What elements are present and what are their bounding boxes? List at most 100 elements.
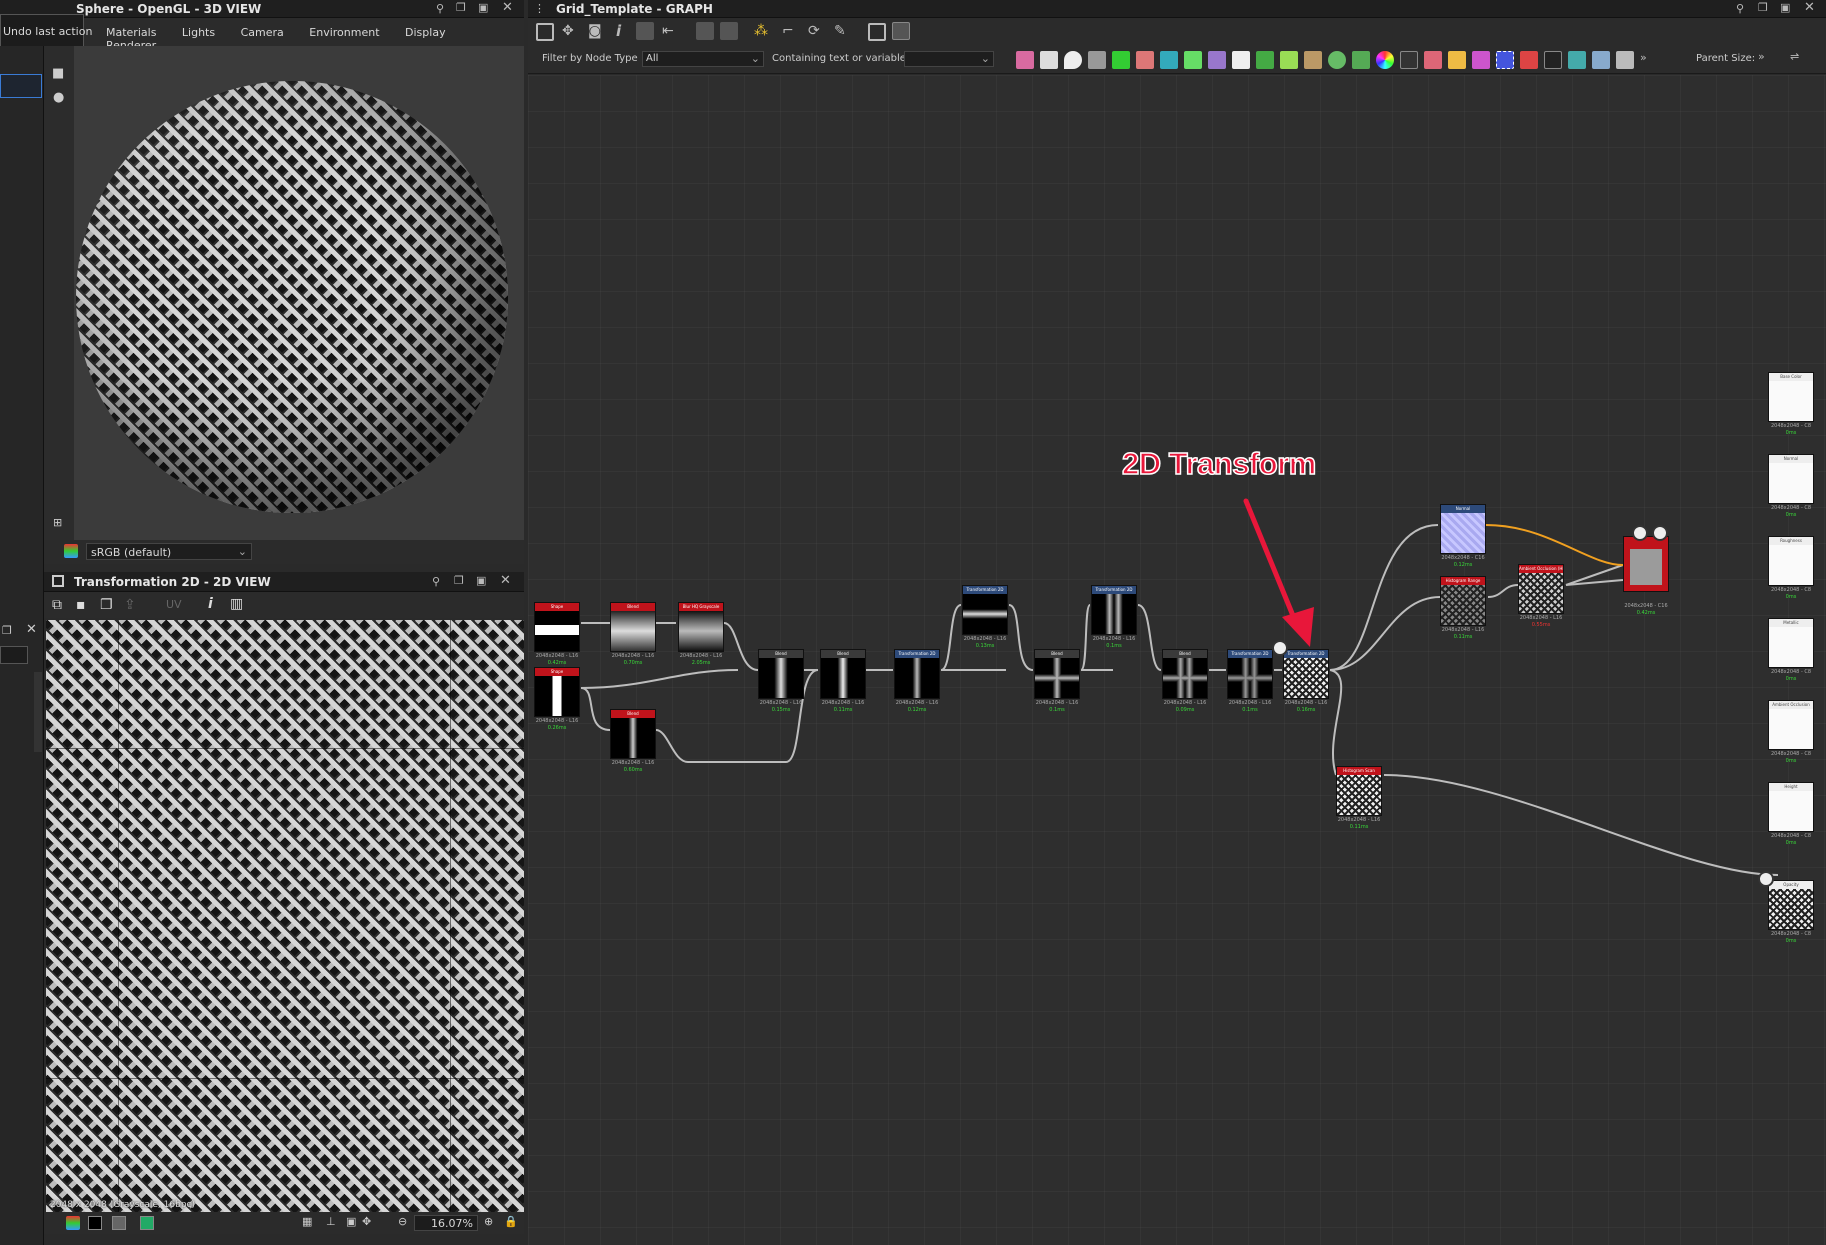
maximize-icon[interactable]: ▣ bbox=[478, 1, 488, 14]
close-icon[interactable]: ✕ bbox=[26, 622, 37, 637]
pin-icon[interactable]: ⚲ bbox=[1736, 2, 1744, 15]
mountain-node-icon[interactable] bbox=[1352, 51, 1370, 69]
fill-node-icon[interactable] bbox=[1064, 51, 1082, 69]
node-blend-5[interactable]: Blend 2048x2048 - L16 0.1ms bbox=[1034, 649, 1080, 713]
snap-grid-icon[interactable] bbox=[892, 22, 910, 40]
uv-toggle[interactable]: UV bbox=[166, 598, 182, 611]
node-blend-4[interactable]: Blend 2048x2048 - L16 0.11ms bbox=[820, 649, 866, 713]
menu-environment[interactable]: Environment bbox=[309, 26, 379, 39]
node-ambient-occlusion[interactable]: Ambient Occlusion (HBAO) 2048x2048 - L16… bbox=[1518, 564, 1564, 628]
output-opacity[interactable]: Opacity 2048x2048 - C8 0ms bbox=[1768, 880, 1814, 944]
restore-icon[interactable]: ❐ bbox=[1758, 1, 1768, 14]
node-histogram-range[interactable]: Histogram Range 2048x2048 - L16 0.11ms bbox=[1440, 576, 1486, 640]
output-base-color[interactable]: Base Color 2048x2048 - C8 0ms bbox=[1768, 372, 1814, 436]
node-shape-2[interactable]: Shape 2048x2048 - L16 0.26ms bbox=[534, 667, 580, 731]
grid-icon[interactable]: ▦ bbox=[302, 1215, 312, 1228]
blend-node-icon[interactable] bbox=[1304, 51, 1322, 69]
filter-select[interactable]: All ⌄ bbox=[642, 51, 764, 67]
node-transform-2d[interactable]: Transformation 2D 2048x2048 - L16 0.12ms bbox=[894, 649, 940, 713]
selected-panel-item[interactable] bbox=[0, 74, 42, 98]
output-ambient-occlusion[interactable]: Ambient Occlusion 2048x2048 - C8 0ms bbox=[1768, 700, 1814, 764]
node-transform-2d-4[interactable]: Transformation 2D 2048x2048 - L16 0.1ms bbox=[1227, 649, 1273, 713]
align-icon[interactable]: ⇤ bbox=[662, 23, 674, 39]
search-icon[interactable] bbox=[636, 22, 654, 40]
pixel-processor-icon[interactable] bbox=[1568, 51, 1586, 69]
output-metallic[interactable]: Metallic 2048x2048 - C8 0ms bbox=[1768, 618, 1814, 682]
restore-icon[interactable]: ❐ bbox=[454, 574, 464, 587]
scrollbar[interactable] bbox=[34, 672, 42, 752]
close-icon[interactable]: ✕ bbox=[1804, 0, 1815, 15]
channel-black-icon[interactable] bbox=[88, 1216, 102, 1230]
comment-icon[interactable]: ⌐ bbox=[782, 23, 794, 39]
histogram-icon[interactable]: ▥ bbox=[230, 596, 243, 612]
channel-color-icon[interactable] bbox=[140, 1216, 154, 1230]
levels-node-icon[interactable] bbox=[1136, 51, 1154, 69]
close-icon[interactable]: ✕ bbox=[502, 0, 513, 15]
tile-icon[interactable]: ⊥ bbox=[326, 1215, 336, 1228]
copy-icon[interactable]: ❐ bbox=[100, 597, 113, 613]
graph-canvas[interactable]: Shape 2048x2048 - L16 0.42ms Blend 2048x… bbox=[528, 75, 1826, 1245]
transform-node-icon[interactable] bbox=[1160, 51, 1178, 69]
document-badge-icon[interactable] bbox=[1632, 525, 1648, 541]
wrench-icon[interactable]: ✎ bbox=[834, 23, 846, 39]
menu-display[interactable]: Display bbox=[405, 26, 446, 39]
warning-node-icon[interactable] bbox=[1448, 51, 1466, 69]
texture-preview-2d[interactable]: 2048 x 2048 (Grayscale, 16bpc) bbox=[46, 620, 524, 1212]
pan-icon[interactable]: ✥ bbox=[562, 23, 574, 39]
menu-camera[interactable]: Camera bbox=[241, 26, 284, 39]
curve-node-icon[interactable] bbox=[1112, 51, 1130, 69]
sphere-badge-icon[interactable] bbox=[1758, 871, 1774, 887]
restore-icon[interactable]: ❐ bbox=[456, 1, 466, 14]
node-transform-2d-highlighted[interactable]: Transformation 2D 2048x2048 - L16 0.16ms bbox=[1283, 649, 1329, 713]
switch-node-icon[interactable] bbox=[1088, 51, 1106, 69]
lock-icon[interactable]: 🔒 bbox=[504, 1215, 518, 1228]
fx-node-icon[interactable] bbox=[1280, 51, 1298, 69]
node-blur-hq[interactable]: Blur HQ Grayscale 2048x2048 - L16 2.05ms bbox=[678, 602, 724, 666]
save-icon[interactable]: ▪ bbox=[76, 597, 86, 613]
node-material-output[interactable]: 2048x2048 - C16 0.42ms bbox=[1623, 536, 1669, 616]
node-normal[interactable]: Normal 2048x2048 - C16 0.12ms bbox=[1440, 504, 1486, 568]
settings-icon[interactable]: ⇌ bbox=[1790, 50, 1799, 63]
warp-node-icon[interactable] bbox=[1208, 51, 1226, 69]
maximize-icon[interactable]: ▣ bbox=[1780, 1, 1790, 14]
pin-icon[interactable]: ⚲ bbox=[432, 575, 440, 588]
svg-node-icon[interactable] bbox=[1040, 51, 1058, 69]
light-bulb-icon[interactable]: ● bbox=[53, 90, 64, 105]
info-icon[interactable]: i bbox=[616, 22, 621, 40]
more-icon[interactable]: » bbox=[1758, 50, 1765, 63]
output-normal[interactable]: Normal 2048x2048 - C8 0ms bbox=[1768, 454, 1814, 518]
zoom-out-icon[interactable]: ⊖ bbox=[398, 1215, 407, 1228]
grid-layout-icon[interactable] bbox=[720, 22, 738, 40]
contain-select[interactable]: ⌄ bbox=[904, 51, 994, 67]
node-blend-6[interactable]: Blend 2048x2048 - L16 0.09ms bbox=[1162, 649, 1208, 713]
noise-node-icon[interactable] bbox=[1400, 51, 1418, 69]
output-node-icon[interactable] bbox=[1544, 51, 1562, 69]
pin-icon[interactable]: ⚲ bbox=[436, 2, 444, 15]
zoom-in-icon[interactable]: ⊕ bbox=[484, 1215, 493, 1228]
camera-icon[interactable]: ■ bbox=[52, 66, 64, 81]
hsl-node-icon[interactable] bbox=[1376, 51, 1394, 69]
node-shape[interactable]: Shape 2048x2048 - L16 0.42ms bbox=[534, 602, 580, 666]
sphere-badge-icon[interactable] bbox=[1652, 525, 1668, 541]
distance-node-icon[interactable] bbox=[1256, 51, 1274, 69]
node-blend-3[interactable]: Blend 2048x2048 - L16 0.15ms bbox=[758, 649, 804, 713]
uniform-node-icon[interactable] bbox=[1328, 51, 1346, 69]
info-icon[interactable]: i bbox=[208, 596, 213, 612]
restore-icon[interactable]: ❐ bbox=[2, 624, 12, 637]
colorspace-select[interactable]: sRGB (default) ⌄ bbox=[86, 543, 252, 560]
side-field[interactable] bbox=[0, 646, 28, 664]
refresh-icon[interactable]: ⟳ bbox=[808, 23, 820, 39]
screenshot-icon[interactable]: ◙ bbox=[588, 23, 602, 39]
maximize-icon[interactable]: ▣ bbox=[476, 574, 486, 587]
node-histogram-scan[interactable]: Histogram Scan 2048x2048 - L16 0.11ms bbox=[1336, 766, 1382, 830]
node-transform-2d-2[interactable]: Transformation 2D 2048x2048 - L16 0.13ms bbox=[962, 585, 1008, 649]
connect-icon[interactable]: ⁂ bbox=[754, 23, 768, 39]
viewport-3d[interactable]: ■ ● ⊞ bbox=[44, 46, 524, 540]
output-height[interactable]: Height 2048x2048 - C8 0ms bbox=[1768, 782, 1814, 846]
close-icon[interactable]: ✕ bbox=[500, 573, 511, 588]
fit-icon[interactable]: ⧉ bbox=[52, 597, 62, 613]
tile-node-icon[interactable] bbox=[1232, 51, 1250, 69]
hierarchy-icon[interactable]: ⊞ bbox=[53, 516, 62, 529]
frame-node-icon[interactable] bbox=[1616, 51, 1634, 69]
fit-view-icon[interactable]: ▣ bbox=[346, 1215, 356, 1228]
